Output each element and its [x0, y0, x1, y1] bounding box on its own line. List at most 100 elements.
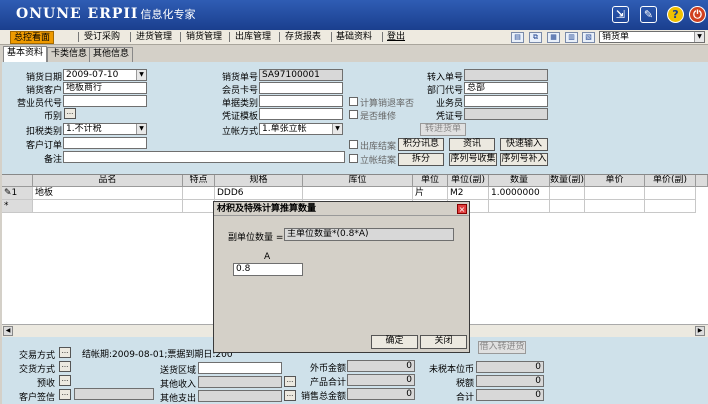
tax-select[interactable]: 1.不计税 ▼ — [63, 123, 147, 135]
voucher-field[interactable] — [259, 108, 343, 120]
new-row-cell[interactable] — [645, 200, 696, 213]
account-method-select[interactable]: 1.单张立帐 ▼ — [259, 123, 343, 135]
salesman-id-field[interactable] — [63, 95, 147, 107]
other-expense-field[interactable] — [198, 390, 282, 402]
col-location[interactable]: 库位 — [303, 175, 413, 187]
dept-field[interactable]: 总部 — [464, 82, 548, 94]
chevron-down-icon[interactable]: ▼ — [332, 124, 342, 134]
menu-inbound[interactable]: 进货管理 — [133, 31, 175, 44]
sale-no-field[interactable]: SA97100001 — [259, 69, 343, 81]
cell-feature[interactable] — [183, 187, 215, 200]
chevron-down-icon[interactable]: ▼ — [136, 124, 146, 134]
account-done-checkbox[interactable] — [349, 154, 358, 163]
help-icon[interactable]: ? — [667, 6, 684, 23]
other-expense-label: 其他支出 — [159, 394, 196, 404]
transfer-no-field[interactable] — [464, 69, 548, 81]
cell-spec[interactable]: DDD6 — [215, 187, 303, 200]
currency-lookup-button[interactable]: ... — [64, 108, 76, 119]
info-button[interactable]: 资讯 — [449, 138, 495, 151]
cell-unit2[interactable]: M2 — [448, 187, 489, 200]
voucher-no-field[interactable] — [464, 108, 548, 120]
cell-qty[interactable]: 1.0000000 — [489, 187, 550, 200]
scroll-right-icon[interactable]: ▶ — [695, 326, 705, 336]
col-spec[interactable]: 规格 — [215, 175, 303, 187]
customer-sign-field[interactable] — [74, 388, 154, 400]
document-icon[interactable]: ▥ — [565, 32, 578, 43]
grid-icon[interactable]: ▦ — [547, 32, 560, 43]
cell-unit[interactable]: 片 — [413, 187, 448, 200]
menu-dashboard[interactable]: 总控看面 — [10, 31, 55, 44]
new-row-cell[interactable] — [183, 200, 215, 213]
menu-purchase-order[interactable]: 受订采购 — [81, 31, 123, 44]
calc-discount-checkbox[interactable] — [349, 97, 358, 106]
borrow-purchase-button[interactable]: 借入转进货 — [478, 341, 526, 354]
other-income-field[interactable] — [198, 376, 282, 388]
col-unit[interactable]: 单位 — [413, 175, 448, 187]
menu-inventory-report[interactable]: 存货报表 — [282, 31, 324, 44]
menu-outbound[interactable]: 出库管理 — [232, 31, 274, 44]
trade-lookup-button[interactable]: ... — [59, 347, 71, 358]
save-icon[interactable]: ▤ — [511, 32, 524, 43]
serial-collect-button[interactable]: 序列号收集 — [449, 153, 497, 166]
col-unit2[interactable]: 单位(副) — [448, 175, 489, 187]
cell-price[interactable] — [585, 187, 645, 200]
tab-other[interactable]: 其他信息 — [89, 47, 134, 62]
new-row-cell[interactable] — [550, 200, 585, 213]
param-a-input[interactable]: 0.8 — [233, 263, 303, 276]
col-price[interactable]: 单价 — [585, 175, 645, 187]
col-qty2[interactable]: 数量(副) — [550, 175, 585, 187]
transfer-purchase-button[interactable]: 转进货单 — [420, 123, 466, 136]
serial-fill-button[interactable]: 序列号补入 — [500, 153, 548, 166]
sale-date-field[interactable]: 2009-07-10 ▼ — [63, 69, 147, 81]
col-qty[interactable]: 数量 — [489, 175, 550, 187]
copy-icon[interactable]: ⧉ — [529, 32, 542, 43]
cell-location[interactable] — [303, 187, 413, 200]
tab-basic[interactable]: 基本资料 — [3, 46, 48, 62]
remark-field[interactable] — [63, 151, 345, 163]
quick-input-button[interactable]: 快速输入 — [500, 138, 548, 151]
scroll-left-icon[interactable]: ◀ — [3, 326, 13, 336]
row-marker[interactable]: ✎1 — [2, 187, 33, 200]
send-area-field[interactable] — [198, 362, 282, 374]
edit-icon[interactable]: ✎ — [640, 6, 657, 23]
outbound-done-checkbox[interactable] — [349, 140, 358, 149]
col-feature[interactable]: 特点 — [183, 175, 215, 187]
cell-price2[interactable] — [645, 187, 696, 200]
new-row-cell[interactable] — [33, 200, 183, 213]
chevron-down-icon[interactable]: ▼ — [136, 70, 146, 80]
dialog-title: 材积及特殊计算推算数量 — [214, 202, 469, 216]
new-row-cell[interactable] — [585, 200, 645, 213]
prepay-lookup-button[interactable]: ... — [59, 375, 71, 386]
is-repair-checkbox[interactable] — [349, 110, 358, 119]
cell-name[interactable]: 地板 — [33, 187, 183, 200]
menu-basic-data[interactable]: 基础资料 — [333, 31, 375, 44]
split-button[interactable]: 拆分 — [398, 153, 444, 166]
col-name[interactable]: 品名 — [33, 175, 183, 187]
other-income-lookup-button[interactable]: ... — [284, 376, 296, 387]
param-label: A — [264, 252, 271, 262]
customer-order-field[interactable] — [63, 137, 147, 149]
staff-field[interactable] — [464, 95, 548, 107]
chevron-down-icon[interactable]: ▼ — [694, 32, 704, 42]
member-card-field[interactable] — [259, 82, 343, 94]
close-icon[interactable]: × — [457, 204, 467, 214]
customer-field[interactable]: 地板商行 — [63, 82, 147, 94]
col-price2[interactable]: 单价(副) — [645, 175, 696, 187]
ok-button[interactable]: 确定 — [371, 335, 418, 349]
close-button[interactable]: 关闭 — [420, 335, 467, 349]
customer-sign-lookup-button[interactable]: ... — [59, 389, 71, 400]
new-row-cell[interactable] — [489, 200, 550, 213]
cell-qty2[interactable] — [550, 187, 585, 200]
trade-label: 交易方式 — [18, 351, 55, 361]
doc-type-field[interactable] — [259, 95, 343, 107]
export-icon[interactable]: ⇲ — [612, 6, 629, 23]
points-info-button[interactable]: 积分讯息 — [398, 138, 444, 151]
module-select[interactable]: 销货单 ▼ — [599, 31, 705, 43]
deliver-lookup-button[interactable]: ... — [59, 361, 71, 372]
power-icon[interactable]: ⏻ — [689, 6, 706, 23]
table-icon[interactable]: ▧ — [582, 32, 595, 43]
new-row-marker[interactable]: * — [2, 200, 33, 213]
menu-sales[interactable]: 销货管理 — [183, 31, 225, 44]
tab-card[interactable]: 卡类信息 — [47, 47, 92, 62]
menu-logout[interactable]: 登出 — [384, 31, 408, 44]
